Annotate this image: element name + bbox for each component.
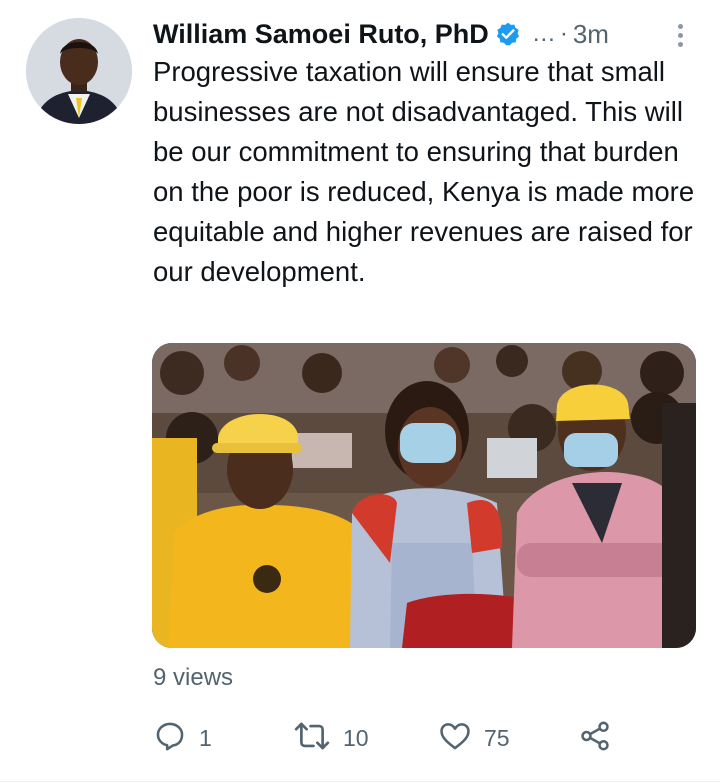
reply-icon xyxy=(153,719,187,758)
reply-button[interactable]: 1 xyxy=(153,714,212,762)
separator-dot: · xyxy=(559,20,568,47)
tweet-header: William Samoei Ruto, PhD ... · 3m xyxy=(153,14,692,54)
more-options-icon[interactable] xyxy=(668,20,692,50)
reply-count: 1 xyxy=(199,724,212,751)
crowd-photo xyxy=(152,343,696,648)
like-count: 75 xyxy=(484,724,510,751)
tweet-actions-bar: 1 10 75 xyxy=(153,714,720,762)
avatar[interactable] xyxy=(26,18,132,124)
share-button[interactable] xyxy=(578,714,612,762)
tweet-media-image[interactable] xyxy=(152,343,696,648)
retweet-icon xyxy=(293,719,331,758)
retweet-count: 10 xyxy=(343,724,369,751)
like-button[interactable]: 75 xyxy=(438,714,510,762)
author-display-name[interactable]: William Samoei Ruto, PhD xyxy=(153,19,489,50)
views-count[interactable]: 9 views xyxy=(153,664,233,692)
heart-icon xyxy=(438,719,472,758)
author-handle[interactable]: ... xyxy=(533,20,556,48)
retweet-button[interactable]: 10 xyxy=(293,714,369,762)
profile-photo xyxy=(26,18,132,124)
verified-badge-icon xyxy=(495,21,521,47)
tweet-text: Progressive taxation will ensure that sm… xyxy=(153,56,695,287)
divider xyxy=(0,781,720,782)
tweet-timestamp[interactable]: 3m xyxy=(573,19,609,50)
share-icon xyxy=(578,719,612,758)
